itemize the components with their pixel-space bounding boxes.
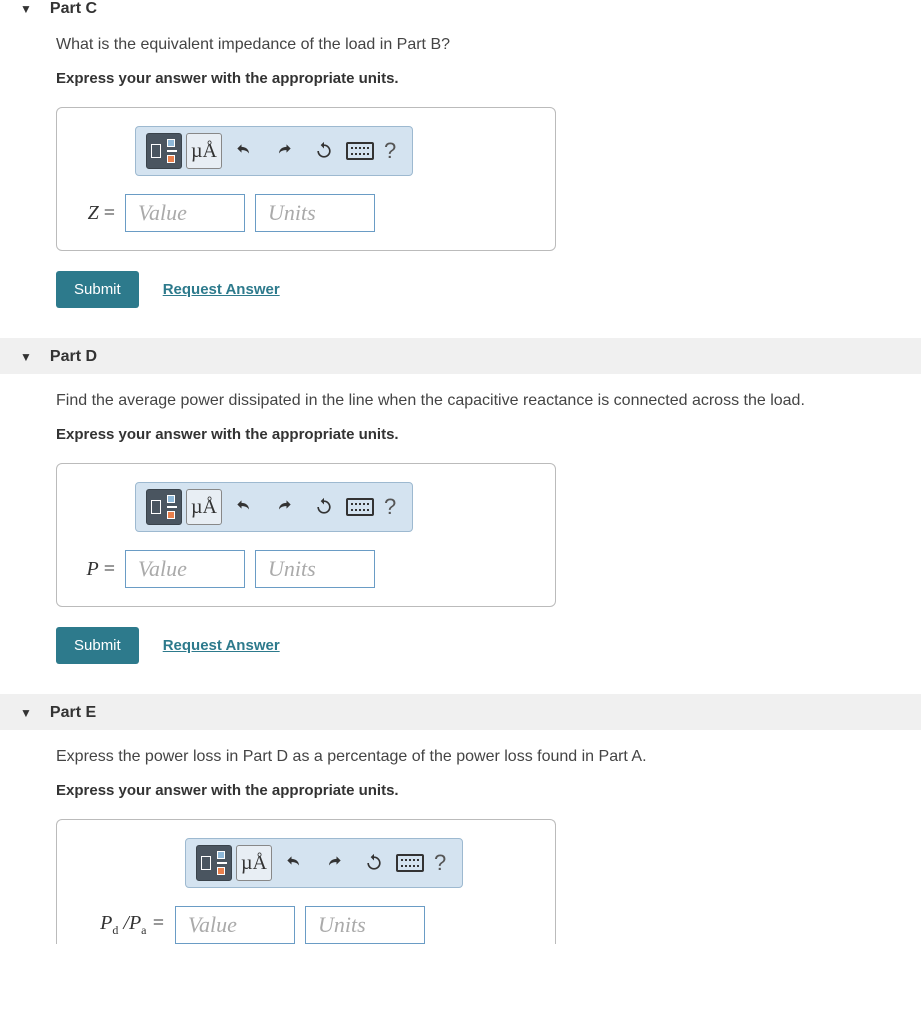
help-button[interactable]: ?: [378, 494, 402, 520]
part-d-instruction: Express your answer with the appropriate…: [56, 426, 921, 443]
undo-icon: [234, 141, 254, 161]
undo-button[interactable]: [226, 489, 262, 525]
part-c-question: What is the equivalent impedance of the …: [56, 36, 921, 54]
collapse-icon: ▼: [20, 350, 32, 364]
units-symbols-button[interactable]: µÅ: [186, 133, 222, 169]
templates-button[interactable]: [146, 489, 182, 525]
reset-icon: [314, 141, 334, 161]
value-input-d[interactable]: Value: [125, 550, 245, 588]
templates-button[interactable]: [146, 133, 182, 169]
redo-button[interactable]: [316, 845, 352, 881]
input-row-d: P = Value Units: [75, 550, 537, 588]
part-c-section: ▼ Part C What is the equivalent impedanc…: [0, 0, 921, 338]
action-row-c: Submit Request Answer: [56, 271, 921, 308]
value-input-c[interactable]: Value: [125, 194, 245, 232]
undo-button[interactable]: [276, 845, 312, 881]
templates-icon: [199, 851, 229, 875]
reset-button[interactable]: [356, 845, 392, 881]
part-e-question: Express the power loss in Part D as a pe…: [56, 748, 921, 766]
request-answer-link-d[interactable]: Request Answer: [163, 637, 280, 654]
answer-box-c: µÅ ? Z = Value Units: [56, 107, 556, 251]
reset-button[interactable]: [306, 133, 342, 169]
input-row-c: Z = Value Units: [75, 194, 537, 232]
part-d-header[interactable]: ▼ Part D: [0, 338, 921, 374]
units-input-c[interactable]: Units: [255, 194, 375, 232]
part-c-title: Part C: [50, 0, 97, 18]
input-row-e: Pd /Pa = Value Units: [75, 906, 537, 944]
help-button[interactable]: ?: [378, 138, 402, 164]
templates-icon: [149, 139, 179, 163]
redo-icon: [274, 141, 294, 161]
reset-icon: [314, 497, 334, 517]
toolbar-d: µÅ ?: [135, 482, 413, 532]
redo-icon: [324, 853, 344, 873]
templates-button[interactable]: [196, 845, 232, 881]
answer-box-e: µÅ ? Pd /Pa = Value Units: [56, 819, 556, 944]
part-d-body: Find the average power dissipated in the…: [0, 392, 921, 664]
part-d-title: Part D: [50, 348, 97, 366]
reset-icon: [364, 853, 384, 873]
keyboard-button[interactable]: [346, 498, 374, 516]
variable-label-e: Pd /Pa =: [75, 912, 165, 938]
part-c-body: What is the equivalent impedance of the …: [0, 36, 921, 308]
part-e-body: Express the power loss in Part D as a pe…: [0, 748, 921, 944]
units-symbols-button[interactable]: µÅ: [236, 845, 272, 881]
undo-icon: [234, 497, 254, 517]
toolbar-e: µÅ ?: [185, 838, 463, 888]
part-d-question: Find the average power dissipated in the…: [56, 392, 921, 410]
redo-button[interactable]: [266, 133, 302, 169]
keyboard-button[interactable]: [396, 854, 424, 872]
value-input-e[interactable]: Value: [175, 906, 295, 944]
variable-label-d: P =: [75, 558, 115, 581]
undo-button[interactable]: [226, 133, 262, 169]
part-e-section: ▼ Part E Express the power loss in Part …: [0, 694, 921, 944]
collapse-icon: ▼: [20, 2, 32, 16]
help-button[interactable]: ?: [428, 850, 452, 876]
submit-button-d[interactable]: Submit: [56, 627, 139, 664]
collapse-icon: ▼: [20, 706, 32, 720]
part-c-header[interactable]: ▼ Part C: [0, 0, 921, 26]
part-e-instruction: Express your answer with the appropriate…: [56, 782, 921, 799]
part-e-title: Part E: [50, 704, 96, 722]
units-input-e[interactable]: Units: [305, 906, 425, 944]
templates-icon: [149, 495, 179, 519]
action-row-d: Submit Request Answer: [56, 627, 921, 664]
units-symbols-button[interactable]: µÅ: [186, 489, 222, 525]
part-e-header[interactable]: ▼ Part E: [0, 694, 921, 730]
toolbar-c: µÅ ?: [135, 126, 413, 176]
part-c-instruction: Express your answer with the appropriate…: [56, 70, 921, 87]
keyboard-button[interactable]: [346, 142, 374, 160]
part-d-section: ▼ Part D Find the average power dissipat…: [0, 338, 921, 694]
units-input-d[interactable]: Units: [255, 550, 375, 588]
variable-label-c: Z =: [75, 202, 115, 225]
redo-icon: [274, 497, 294, 517]
submit-button-c[interactable]: Submit: [56, 271, 139, 308]
request-answer-link-c[interactable]: Request Answer: [163, 281, 280, 298]
redo-button[interactable]: [266, 489, 302, 525]
undo-icon: [284, 853, 304, 873]
reset-button[interactable]: [306, 489, 342, 525]
answer-box-d: µÅ ? P = Value Units: [56, 463, 556, 607]
